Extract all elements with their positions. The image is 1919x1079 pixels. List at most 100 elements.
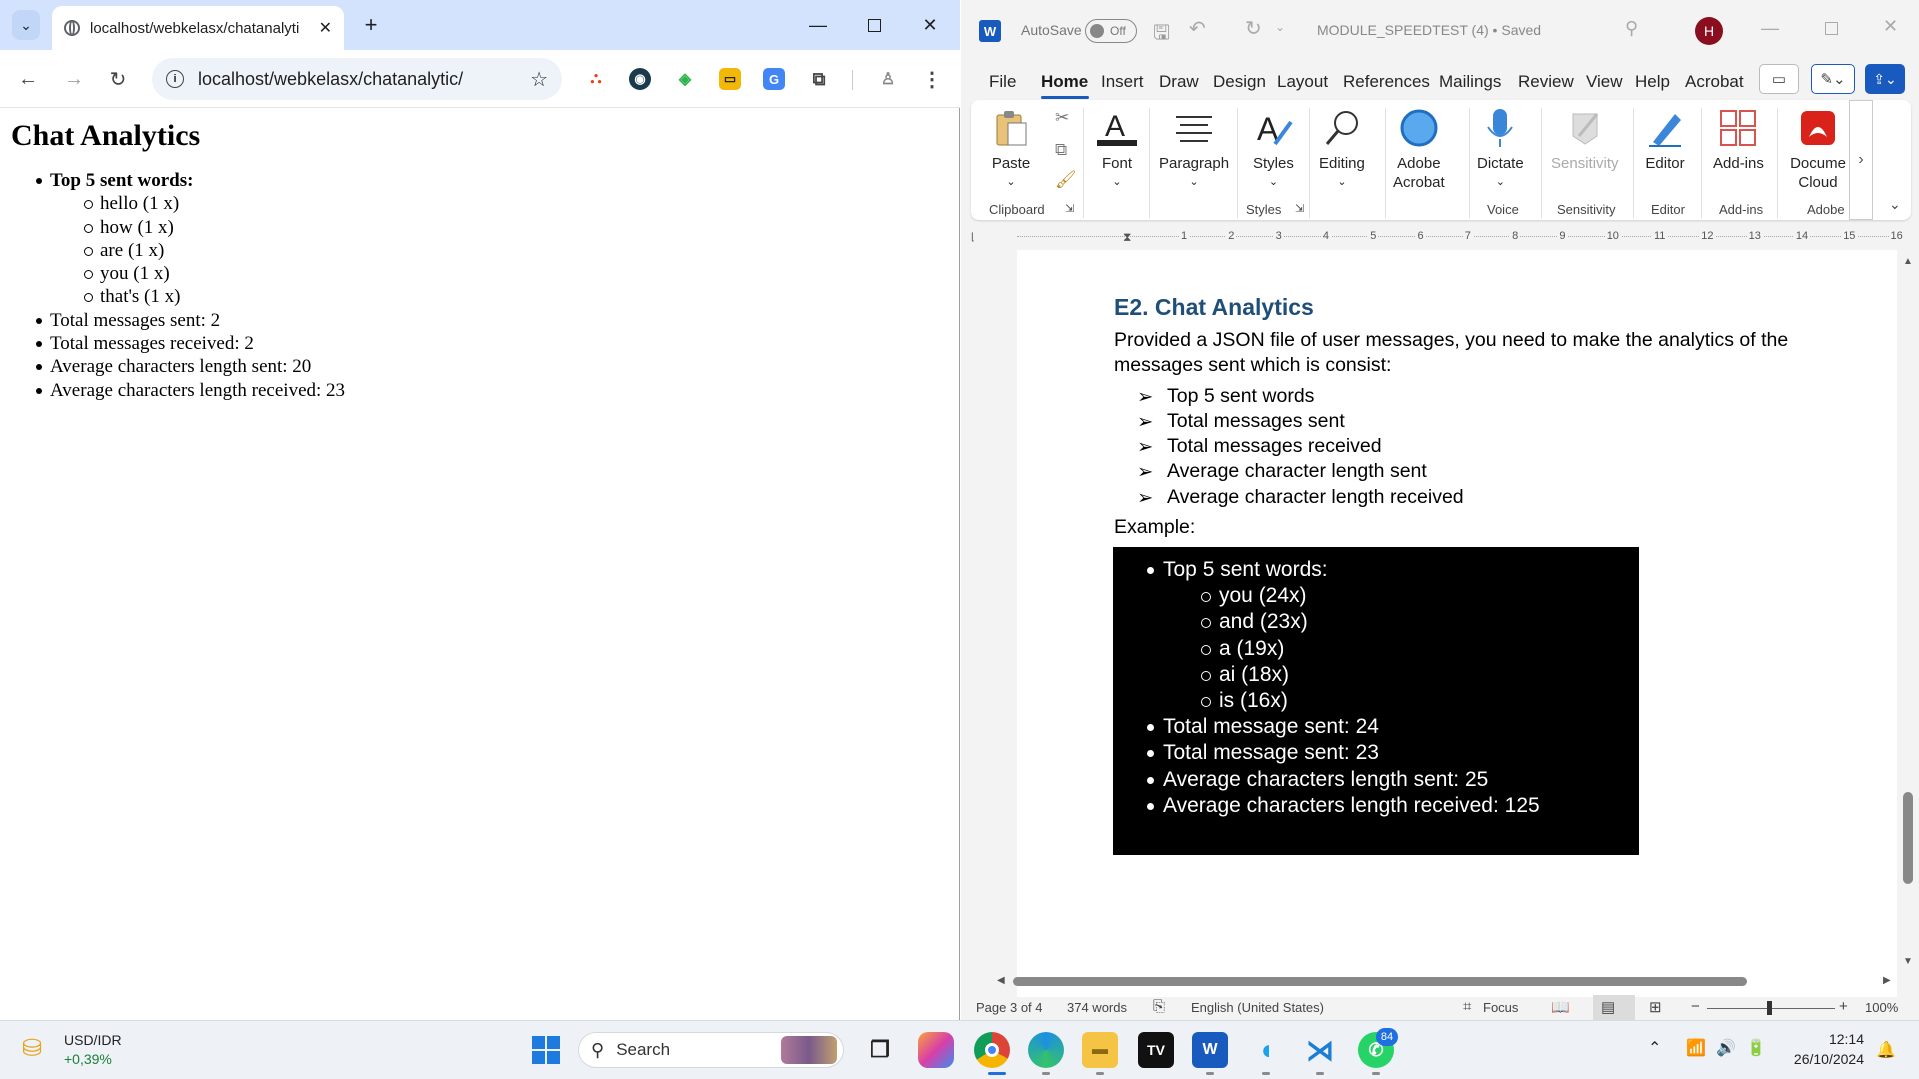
document-cloud-button[interactable]: Docume Cloud	[1787, 108, 1849, 192]
vertical-scrollbar-thumb[interactable]	[1903, 792, 1913, 884]
format-painter-icon[interactable]: 🖌	[1055, 170, 1077, 190]
customize-qat-icon[interactable]: ⌄	[1275, 20, 1285, 34]
scroll-right-arrow[interactable]: ▶	[1883, 975, 1891, 986]
tab-insert[interactable]: Insert	[1101, 72, 1144, 92]
tab-home[interactable]: Home	[1041, 72, 1088, 92]
web-layout-icon[interactable]: ⊞	[1649, 998, 1662, 1016]
close-button[interactable]: ✕	[1883, 16, 1898, 37]
scroll-up-arrow[interactable]: ▲	[1903, 256, 1913, 267]
document-page[interactable]: E2. Chat Analytics Provided a JSON file …	[1017, 250, 1897, 1000]
translate-icon[interactable]: G	[763, 68, 785, 90]
share-button[interactable]: ⇪⌄	[1865, 64, 1905, 94]
start-windows-icon[interactable]	[528, 1032, 564, 1068]
indent-marker-icon[interactable]: ⧗	[1123, 230, 1131, 245]
editing-mode-button[interactable]: ✎⌄	[1811, 64, 1855, 94]
tab-draw[interactable]: Draw	[1159, 72, 1199, 92]
redo-icon[interactable]: ↻	[1245, 16, 1262, 41]
extensions-puzzle-icon[interactable]: ⧉	[808, 68, 830, 90]
save-icon[interactable]: 🖫	[1153, 18, 1170, 52]
dialog-launcher-icon[interactable]: ⇲	[1295, 202, 1304, 215]
dialog-launcher-icon[interactable]: ⇲	[1065, 202, 1074, 215]
notification-bell-icon[interactable]: 🔔	[1876, 1040, 1896, 1060]
task-view-icon[interactable]: ❐	[862, 1032, 898, 1068]
taskbar-search[interactable]: ⚲ Search	[578, 1032, 844, 1068]
clock-time[interactable]: 12:14	[1800, 1031, 1864, 1047]
reload-icon[interactable]: ↻	[102, 63, 134, 95]
undo-icon[interactable]: ↶	[1189, 16, 1206, 41]
openvpn-icon[interactable]: ◖	[1248, 1032, 1284, 1068]
clock-date[interactable]: 26/10/2024	[1780, 1051, 1864, 1067]
horizontal-ruler[interactable]: ⌊ ⧗ 1 2 3 4 5 6 7 8 9 10 11 12 13 14 15 16	[961, 228, 1919, 248]
tab-mailings[interactable]: Mailings	[1439, 72, 1501, 92]
browser-tab[interactable]: localhost/webkelasx/chatanalyti ✕	[52, 6, 344, 50]
zoom-in-icon[interactable]: +	[1839, 998, 1848, 1015]
close-tab-icon[interactable]: ✕	[319, 18, 332, 38]
minimize-button[interactable]: —	[790, 0, 846, 50]
scroll-down-arrow[interactable]: ▼	[1903, 956, 1913, 967]
word-count[interactable]: 374 words	[1067, 1000, 1127, 1015]
editing-button[interactable]: Editing ⌄	[1319, 108, 1365, 192]
search-icon[interactable]: ⚲	[1625, 18, 1638, 39]
extension-icon-4[interactable]: ▭	[719, 68, 741, 90]
edge-icon[interactable]	[1028, 1032, 1064, 1068]
profile-icon[interactable]: ♙	[877, 68, 899, 90]
collapse-ribbon-icon[interactable]: ⌄	[1889, 196, 1901, 213]
tab-acrobat[interactable]: Acrobat	[1685, 72, 1744, 92]
comments-button[interactable]: ▭	[1759, 64, 1799, 94]
chevron-up-icon[interactable]: ⌃	[1648, 1038, 1661, 1058]
wifi-icon[interactable]: 📶	[1686, 1038, 1706, 1058]
tab-selector-icon[interactable]: ⌊	[971, 232, 975, 243]
zoom-level[interactable]: 100%	[1865, 1000, 1898, 1015]
more-menu-icon[interactable]: ⋮	[921, 68, 943, 91]
tab-file[interactable]: File	[989, 72, 1016, 92]
editor-button[interactable]: Editor	[1645, 108, 1685, 173]
forward-icon[interactable]: →	[58, 63, 90, 95]
page-count[interactable]: Page 3 of 4	[976, 1000, 1043, 1015]
word-taskbar-icon[interactable]: W	[1192, 1032, 1228, 1068]
extension-icon-1[interactable]: ⛬	[585, 68, 607, 90]
battery-icon[interactable]: 🔋	[1746, 1038, 1766, 1058]
extension-icon-2[interactable]: ◉	[629, 68, 651, 90]
paragraph-button[interactable]: Paragraph ⌄	[1159, 108, 1229, 192]
autosave-toggle[interactable]: Off	[1085, 19, 1137, 43]
minimize-button[interactable]: —	[1761, 18, 1779, 39]
tab-search-button[interactable]: ⌄	[12, 10, 40, 40]
ticker-name[interactable]: USD/IDR	[64, 1032, 122, 1048]
tab-design[interactable]: Design	[1213, 72, 1266, 92]
sensitivity-button[interactable]: Sensitivity	[1551, 108, 1619, 173]
copilot-icon[interactable]	[918, 1032, 954, 1068]
adobe-acrobat-button[interactable]: Adobe Acrobat	[1393, 108, 1445, 192]
print-layout-icon[interactable]: ▤	[1601, 998, 1615, 1016]
file-explorer-icon[interactable]: ▬	[1082, 1032, 1118, 1068]
avatar[interactable]: H	[1695, 17, 1723, 45]
document-title[interactable]: MODULE_SPEEDTEST (4) • Saved	[1317, 22, 1541, 38]
addins-button[interactable]: Add-ins	[1713, 108, 1764, 173]
language[interactable]: English (United States)	[1191, 1000, 1324, 1015]
maximize-button[interactable]	[1825, 22, 1838, 35]
focus-button[interactable]: Focus	[1483, 1000, 1518, 1015]
address-bar[interactable]: i localhost/webkelasx/chatanalytic/ ☆	[152, 58, 562, 100]
horizontal-scrollbar-thumb[interactable]	[1013, 977, 1747, 986]
proofing-icon[interactable]: ⎘	[1153, 998, 1165, 1015]
extension-icon-3[interactable]: ◈	[674, 68, 696, 90]
paste-button[interactable]: Paste ⌄	[991, 108, 1031, 192]
volume-icon[interactable]: 🔊	[1716, 1038, 1736, 1058]
tab-view[interactable]: View	[1586, 72, 1623, 92]
bookmark-star-icon[interactable]: ☆	[530, 67, 548, 92]
tab-help[interactable]: Help	[1635, 72, 1670, 92]
vscode-icon[interactable]: ⋊	[1302, 1032, 1338, 1068]
ticker-icon[interactable]: ⛁	[22, 1034, 54, 1066]
read-mode-icon[interactable]: 📖	[1551, 998, 1570, 1016]
chrome-taskbar-icon[interactable]	[974, 1032, 1010, 1068]
copy-icon[interactable]: ⧉	[1055, 140, 1067, 160]
ribbon-scroll-right[interactable]: ›	[1849, 100, 1873, 220]
new-tab-button[interactable]: +	[356, 10, 386, 40]
dictate-button[interactable]: Dictate ⌄	[1477, 108, 1524, 192]
zoom-slider-handle[interactable]	[1767, 1001, 1772, 1015]
cut-icon[interactable]: ✂	[1055, 108, 1069, 128]
back-icon[interactable]: ←	[12, 63, 44, 95]
tab-layout[interactable]: Layout	[1277, 72, 1328, 92]
tab-review[interactable]: Review	[1518, 72, 1574, 92]
close-button[interactable]: ✕	[902, 0, 958, 50]
styles-button[interactable]: A Styles ⌄	[1253, 108, 1294, 192]
